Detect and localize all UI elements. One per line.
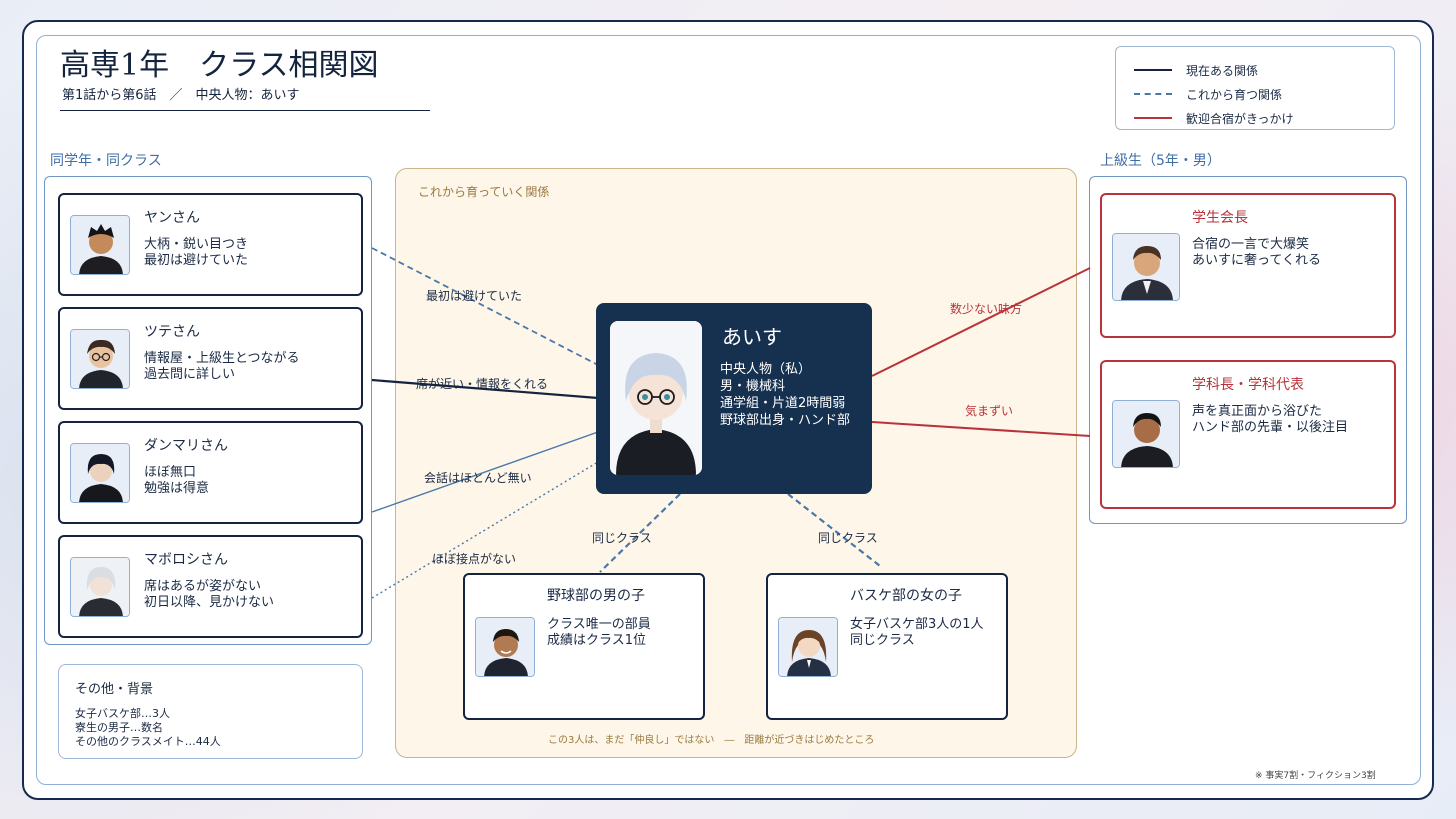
edge-label-tsute: 席が近い・情報をくれる [416, 377, 549, 391]
edge-dept-head [871, 421, 1091, 437]
student-avatar-icon [70, 557, 130, 617]
edge-label-basketball-girl: 同じクラス [818, 531, 878, 545]
classmate-desc: 情報屋・上級生とつながる [144, 351, 300, 366]
classmate-card-maboroshi[interactable]: マボロシさん 席はあるが姿がない 初日以降、見かけない [58, 535, 363, 638]
senior-avatar-icon [1112, 233, 1180, 301]
senior-desc: あいすに奢ってくれる [1192, 253, 1321, 268]
classmate-desc: 最初は避けていた [144, 253, 249, 268]
footnote: ※ 事実7割・フィクション3割 [1255, 771, 1376, 781]
center-desc: 野球部出身・ハンド部 [720, 413, 851, 428]
senior-card-dept-head[interactable]: 学科長・学科代表 声を真正面から浴びた ハンド部の先輩・以後注目 [1100, 360, 1396, 509]
growing-card-baseball-boy[interactable]: 野球部の男の子 クラス唯一の部員 成績はクラス1位 [463, 573, 705, 720]
growing-name: 野球部の男の子 [547, 588, 645, 604]
edge-yan [371, 247, 599, 366]
edge-label-danmari: 会話はほとんど無い [424, 471, 532, 485]
center-person-card[interactable]: あいす 中央人物（私） 男・機械科 通学組・片道2時間弱 野球部出身・ハンド部 [596, 303, 872, 494]
classmate-card-danmari[interactable]: ダンマリさん ほぼ無口 勉強は得意 [58, 421, 363, 524]
student-glasses-avatar-icon [70, 329, 130, 389]
center-desc: 男・機械科 [720, 379, 786, 394]
edge-president [871, 267, 1091, 377]
senior-name: 学科長・学科代表 [1192, 377, 1304, 393]
classmate-name: ツテさん [144, 324, 200, 340]
center-desc: 中央人物（私） [720, 362, 812, 377]
growing-desc: クラス唯一の部員 [547, 617, 651, 632]
senior-desc: 合宿の一言で大爆笑 [1192, 237, 1310, 252]
classmate-desc: ほぼ無口 [144, 465, 197, 480]
other-title: その他・背景 [75, 682, 154, 697]
classmate-desc: 初日以降、見かけない [144, 595, 275, 610]
classmate-name: ヤンさん [144, 210, 200, 226]
center-avatar-icon [610, 321, 702, 475]
senior-desc: ハンド部の先輩・以後注目 [1192, 420, 1349, 435]
student-avatar-icon [70, 215, 130, 275]
classmate-desc: 席はあるが姿がない [144, 579, 262, 594]
classmate-card-yan[interactable]: ヤンさん 大柄・鋭い目つき 最初は避けていた [58, 193, 363, 296]
classmate-card-tsute[interactable]: ツテさん 情報屋・上級生とつながる 過去問に詳しい [58, 307, 363, 410]
senior-desc: 声を真正面から浴びた [1192, 404, 1323, 419]
senior-name: 学生会長 [1192, 210, 1248, 226]
boy-avatar-icon [475, 617, 535, 677]
classmate-name: ダンマリさん [144, 438, 228, 454]
classmate-desc: 勉強は得意 [144, 481, 210, 496]
growing-desc: 成績はクラス1位 [547, 633, 647, 648]
growing-desc: 同じクラス [850, 633, 915, 648]
classmate-desc: 大柄・鋭い目つき [144, 237, 249, 252]
edge-label-yan: 最初は避けていた [426, 289, 523, 303]
student-avatar-icon [70, 443, 130, 503]
other-item: その他のクラスメイト…44人 [75, 735, 221, 748]
center-name: あいす [722, 325, 782, 349]
senior-card-president[interactable]: 学生会長 合宿の一言で大爆笑 あいすに奢ってくれる [1100, 193, 1396, 338]
classmate-desc: 過去問に詳しい [144, 367, 236, 382]
center-desc: 通学組・片道2時間弱 [720, 396, 846, 411]
senior-avatar-icon [1112, 400, 1180, 468]
growing-name: バスケ部の女の子 [850, 588, 962, 604]
edge-label-dept-head: 気まずい [965, 404, 1014, 418]
classmate-name: マボロシさん [144, 552, 228, 568]
edge-label-president: 数少ない味方 [950, 302, 1023, 316]
growing-card-basketball-girl[interactable]: バスケ部の女の子 女子バスケ部3人の1人 同じクラス [766, 573, 1008, 720]
girl-avatar-icon [778, 617, 838, 677]
growing-desc: 女子バスケ部3人の1人 [850, 617, 984, 632]
edge-label-maboroshi: ほぼ接点がない [432, 552, 517, 566]
edge-label-baseball-boy: 同じクラス [592, 531, 652, 545]
